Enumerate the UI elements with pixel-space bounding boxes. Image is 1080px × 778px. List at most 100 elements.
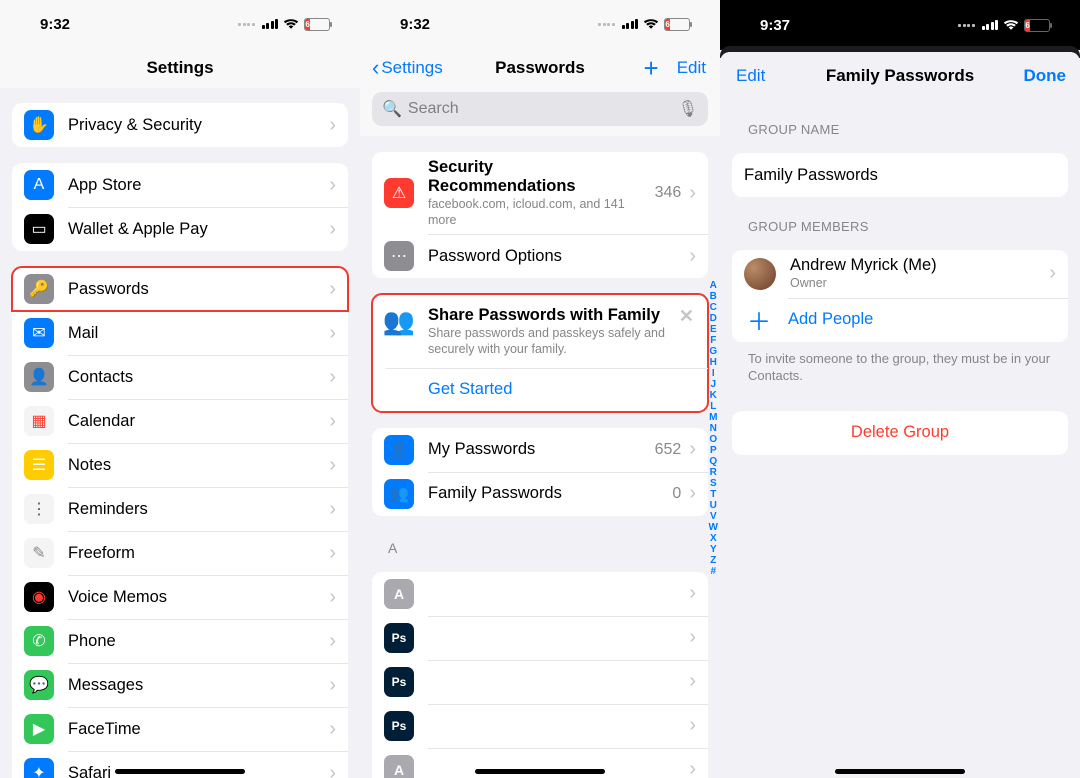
index-letter[interactable]: E [710,324,717,335]
home-indicator[interactable] [835,769,965,774]
chevron-right-icon: › [329,218,336,241]
index-letter[interactable]: N [710,423,717,434]
index-letter[interactable]: D [710,313,717,324]
home-indicator[interactable] [115,769,245,774]
group-members-section: Andrew Myrick (Me) Owner › ＋ Add People [732,250,1068,342]
row-calendar[interactable]: ▦Calendar› [12,399,348,443]
index-letter[interactable]: Z [710,555,716,566]
index-letter[interactable]: J [710,379,716,390]
row-family-passwords[interactable]: 👥 Family Passwords 0› [372,472,708,516]
index-letter[interactable]: H [710,357,717,368]
notes-icon: ☰ [24,450,54,480]
row-facetime[interactable]: ▶FaceTime› [12,707,348,751]
add-people-row[interactable]: ＋ Add People [732,298,1068,342]
row-wallet[interactable]: ▭ Wallet & Apple Pay › [12,207,348,251]
row-my-passwords[interactable]: 👤 My Passwords 652› [372,428,708,472]
passwords-content[interactable]: ⚠ Security Recommendations facebook.com,… [360,152,720,778]
index-letter[interactable]: # [710,566,716,577]
member-row[interactable]: Andrew Myrick (Me) Owner › [732,250,1068,298]
index-letter[interactable]: T [710,489,716,500]
delete-group-button[interactable]: Delete Group [732,411,1068,455]
row-contacts[interactable]: 👤Contacts› [12,355,348,399]
add-button[interactable]: + [644,55,659,81]
dictate-icon[interactable]: 🎙 [678,99,698,119]
row-mail[interactable]: ✉Mail› [12,311,348,355]
chevron-right-icon: › [329,114,336,137]
delete-label: Delete Group [744,423,1056,442]
status-bar: 9:32 6 [360,0,720,48]
index-letter[interactable]: M [709,412,717,423]
back-button[interactable]: ‹ Settings [372,57,443,79]
nav-right-label: Done [1024,66,1067,86]
site-icon: A [384,755,414,778]
index-letter[interactable]: F [710,335,716,346]
index-letter[interactable]: S [710,478,717,489]
search-placeholder: Search [408,100,459,118]
group-name-header: GROUP NAME [748,122,1052,137]
index-letter[interactable]: R [710,467,717,478]
group-name-value: Family Passwords [744,166,878,185]
safari-icon: ✦ [24,758,54,778]
status-bar: 9:37 6 [720,0,1080,50]
index-letter[interactable]: V [710,511,717,522]
row-voice-memos[interactable]: ◉Voice Memos› [12,575,348,619]
promo-get-started[interactable]: Get Started [372,368,708,412]
sheet: Edit Family Passwords Done GROUP NAME Fa… [720,52,1080,778]
avatar [744,258,776,290]
index-letter[interactable]: Y [710,544,717,555]
row-security-recommendations[interactable]: ⚠ Security Recommendations facebook.com,… [372,152,708,234]
site-icon: Ps [384,667,414,697]
index-letter[interactable]: P [710,445,717,456]
row-label: Messages [68,676,143,695]
edit-button[interactable]: Edit [677,58,706,78]
password-item[interactable]: Ps› [372,704,708,748]
row-privacy-security[interactable]: ✋ Privacy & Security › [12,103,348,147]
chevron-right-icon: › [689,245,696,268]
row-app-store[interactable]: A App Store › [12,163,348,207]
row-messages[interactable]: 💬Messages› [12,663,348,707]
search-container: 🔍 Search 🎙 [360,88,720,136]
row-passwords[interactable]: 🔑 Passwords › [12,267,348,311]
search-input[interactable]: 🔍 Search 🎙 [372,92,708,126]
alpha-index[interactable]: ABCDEFGHIJKLMNOPQRSTUVWXYZ# [709,280,718,577]
index-letter[interactable]: O [709,434,717,445]
promo-subtitle: Share passwords and passkeys safely and … [428,326,696,357]
password-item[interactable]: A› [372,572,708,616]
chevron-right-icon: › [329,762,336,778]
index-letter[interactable]: K [710,390,717,401]
password-item[interactable]: Ps› [372,616,708,660]
index-header: A [388,540,720,556]
status-indicators: 6 [238,18,330,31]
index-letter[interactable]: U [710,500,717,511]
settings-list[interactable]: ✋ Privacy & Security › A App Store › ▭ W… [0,103,360,778]
index-letter[interactable]: I [712,368,715,379]
index-letter[interactable]: X [710,533,717,544]
index-letter[interactable]: W [709,522,718,533]
done-button[interactable]: Done [1024,66,1067,86]
row-label: Mail [68,324,98,343]
group-name-field[interactable]: Family Passwords [732,153,1068,197]
row-phone[interactable]: ✆Phone› [12,619,348,663]
chevron-right-icon: › [689,758,696,778]
cellular-icon [982,20,999,30]
index-letter[interactable]: A [710,280,717,291]
home-indicator[interactable] [475,769,605,774]
close-icon[interactable]: ✕ [679,306,694,327]
index-letter[interactable]: G [709,346,717,357]
edit-button[interactable]: Edit [736,66,765,86]
group-members-header: GROUP MEMBERS [748,219,1052,234]
index-letter[interactable]: B [710,291,717,302]
row-notes[interactable]: ☰Notes› [12,443,348,487]
row-freeform[interactable]: ✎Freeform› [12,531,348,575]
index-letter[interactable]: L [710,401,716,412]
password-item[interactable]: Ps› [372,660,708,704]
facetime-icon: ▶ [24,714,54,744]
index-letter[interactable]: Q [709,456,717,467]
key-icon: 🔑 [24,274,54,304]
settings-group-store: A App Store › ▭ Wallet & Apple Pay › [12,163,348,251]
page-title: Passwords [495,58,585,78]
row-reminders[interactable]: ⋮Reminders› [12,487,348,531]
index-letter[interactable]: C [710,302,717,313]
row-label: Family Passwords [428,484,562,503]
row-password-options[interactable]: ⋯ Password Options › [372,234,708,278]
